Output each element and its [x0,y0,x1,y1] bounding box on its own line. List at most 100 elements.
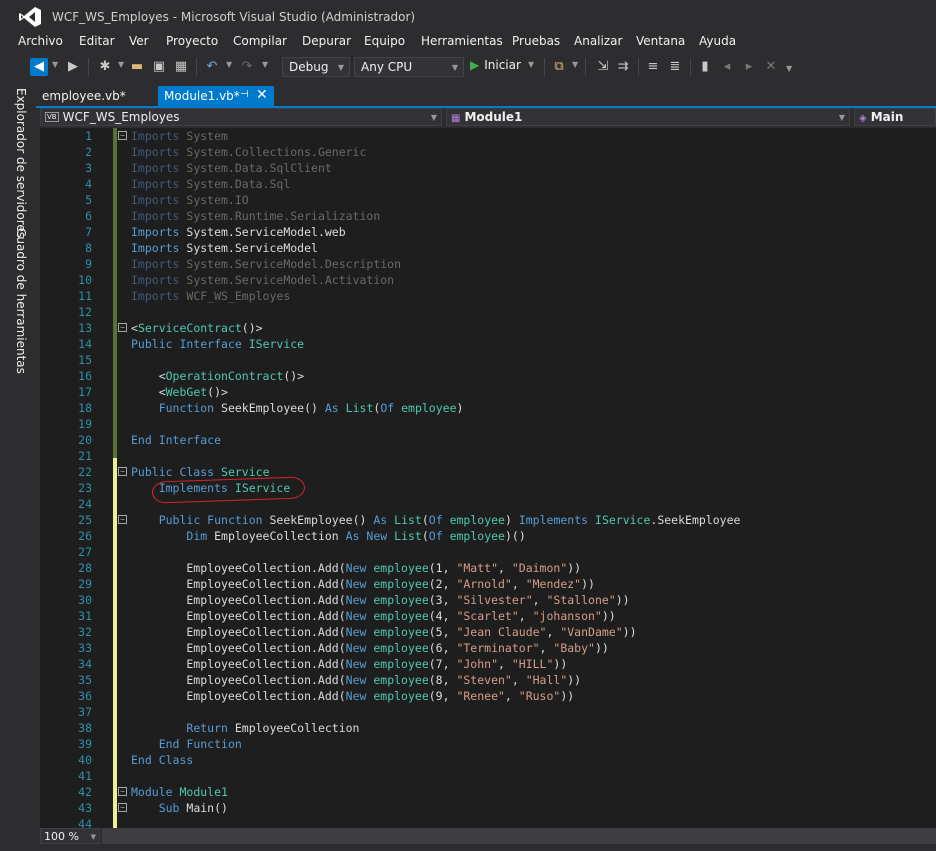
code-line[interactable]: 32 EmployeeCollection.Add(New employee(5… [40,624,936,640]
code-line[interactable]: 30 EmployeeCollection.Add(New employee(3… [40,592,936,608]
server-explorer-tab[interactable]: Explorador de servidores [14,88,28,238]
new-project-icon[interactable]: ✱ [96,58,114,76]
save-all-icon[interactable]: ▦ [172,58,190,76]
open-file-icon[interactable]: ▬ [128,58,146,76]
start-dropdown-icon[interactable]: ▼ [528,60,534,69]
code-line[interactable]: 39 End Function [40,736,936,752]
menu-analizar[interactable]: Analizar [574,34,622,48]
uncomment-icon[interactable]: ≣ [666,58,684,76]
step-into-icon[interactable]: ⇲ [594,58,612,76]
menu-ventana[interactable]: Ventana [636,34,685,48]
code-line[interactable]: 34 EmployeeCollection.Add(New employee(7… [40,656,936,672]
menu-herramientas[interactable]: Herramientas [421,34,503,48]
undo-dropdown-icon[interactable]: ▼ [226,60,232,69]
browser-link-icon[interactable]: ⧉ [550,58,568,76]
code-line[interactable]: 1 − Imports System [40,128,936,144]
toolbox-tab[interactable]: Cuadro de herramientas [14,228,28,374]
menu-ayuda[interactable]: Ayuda [699,34,736,48]
menu-archivo[interactable]: Archivo [18,34,63,48]
comment-out-icon[interactable]: ≡ [644,58,662,76]
code-line[interactable]: 42 − Module Module1 [40,784,936,800]
code-line[interactable]: 9 Imports System.ServiceModel.Description [40,256,936,272]
code-line[interactable]: 12 [40,304,936,320]
code-line[interactable]: 7 Imports System.ServiceModel.web [40,224,936,240]
code-line[interactable]: 43 − Sub Main() [40,800,936,816]
new-project-dropdown-icon[interactable]: ▼ [118,60,124,69]
code-editor[interactable]: 1− Imports System 2 Imports System.Collecti… [40,128,936,828]
pin-icon[interactable]: ⊣ [240,89,249,100]
menu-depurar[interactable]: Depurar [302,34,351,48]
code-line[interactable]: 19 [40,416,936,432]
code-line[interactable]: 6 Imports System.Runtime.Serialization [40,208,936,224]
undo-icon[interactable]: ↶ [203,58,221,76]
code-line[interactable]: 5 Imports System.IO [40,192,936,208]
redo-dropdown-icon[interactable]: ▼ [262,60,268,69]
menu-equipo[interactable]: Equipo [364,34,405,48]
zoom-select[interactable]: 100 % ▼ [40,828,100,844]
code-line[interactable]: 35 EmployeeCollection.Add(New employee(8… [40,672,936,688]
code-line[interactable]: 8 Imports System.ServiceModel [40,240,936,256]
code-line[interactable]: 36 EmployeeCollection.Add(New employee(9… [40,688,936,704]
member-select[interactable]: ◈ Main [854,108,936,126]
tab-module1-vb[interactable]: Module1.vb* ⊣ ✕ [158,86,274,106]
menu-pruebas[interactable]: Pruebas [512,34,560,48]
code-line[interactable]: 10 Imports System.ServiceModel.Activation [40,272,936,288]
code-line[interactable]: 29 EmployeeCollection.Add(New employee(2… [40,576,936,592]
collapse-icon[interactable]: − [118,131,127,140]
bookmark-icon[interactable]: ▮ [696,58,714,76]
menu-ver[interactable]: Ver [129,34,149,48]
configuration-select[interactable]: Debug ▼ [282,57,350,77]
code-line[interactable]: 21 [40,448,936,464]
code-line[interactable]: 11 Imports WCF_WS_Employes [40,288,936,304]
code-line[interactable]: 28 EmployeeCollection.Add(New employee(1… [40,560,936,576]
code-line[interactable]: 16 <OperationContract()> [40,368,936,384]
code-line[interactable]: 27 [40,544,936,560]
code-line[interactable]: 41 [40,768,936,784]
code-token: )) [581,577,595,591]
code-line[interactable]: 15 [40,352,936,368]
menu-editar[interactable]: Editar [79,34,115,48]
next-bookmark-icon[interactable]: ▸ [740,58,758,76]
close-icon[interactable]: ✕ [256,87,268,103]
toolbar-overflow-icon[interactable]: ▼ [786,64,792,73]
code-line[interactable]: 26 Dim EmployeeCollection As New List(Of… [40,528,936,544]
platform-select[interactable]: Any CPU ▼ [354,57,464,77]
code-line[interactable]: 17 <WebGet()> [40,384,936,400]
menu-proyecto[interactable]: Proyecto [166,34,218,48]
previous-bookmark-icon[interactable]: ◂ [718,58,736,76]
code-line[interactable]: 3 Imports System.Data.SqlClient [40,160,936,176]
browser-link-dropdown-icon[interactable]: ▼ [572,60,578,69]
code-line[interactable]: 22− Public Class Service [40,464,936,480]
menu-compilar[interactable]: Compilar [233,34,287,48]
save-icon[interactable]: ▣ [150,58,168,76]
code-line[interactable]: 38 Return EmployeeCollection [40,720,936,736]
collapse-icon[interactable]: − [118,803,127,812]
code-line[interactable]: 37 [40,704,936,720]
code-line[interactable]: 33 EmployeeCollection.Add(New employee(6… [40,640,936,656]
code-line[interactable]: 14 Public Interface IService [40,336,936,352]
collapse-icon[interactable]: − [118,787,127,796]
code-line[interactable]: 20 End Interface [40,432,936,448]
project-select[interactable]: VB WCF_WS_Employes ▼ [40,108,442,126]
horizontal-scrollbar[interactable] [102,828,936,844]
code-line[interactable]: 40 End Class [40,752,936,768]
collapse-icon[interactable]: − [118,323,127,332]
code-line[interactable]: 31 EmployeeCollection.Add(New employee(4… [40,608,936,624]
code-line[interactable]: 18 Function SeekEmployee() As List(Of em… [40,400,936,416]
tab-employee-vb[interactable]: employee.vb* [36,86,152,106]
back-dropdown-icon[interactable]: ▼ [52,60,58,69]
type-select[interactable]: ▦ Module1 ▼ [446,108,850,126]
start-debugging-button[interactable]: ▶ Iniciar ▼ [470,58,542,76]
redo-icon[interactable]: ↷ [238,58,256,76]
collapse-icon[interactable]: − [118,515,127,524]
navigate-forward-icon[interactable]: ▶ [64,58,82,76]
code-line[interactable]: 25 − Public Function SeekEmployee() As Li… [40,512,936,528]
code-line[interactable]: 13 − <ServiceContract()> [40,320,936,336]
code-line[interactable]: 44 [40,816,936,828]
code-line[interactable]: 4 Imports System.Data.Sql [40,176,936,192]
clear-bookmarks-icon[interactable]: ✕ [762,58,780,76]
step-over-icon[interactable]: ⇉ [614,58,632,76]
collapse-icon[interactable]: − [118,467,127,476]
code-line[interactable]: 2 Imports System.Collections.Generic [40,144,936,160]
navigate-back-icon[interactable]: ◀ [30,58,48,76]
